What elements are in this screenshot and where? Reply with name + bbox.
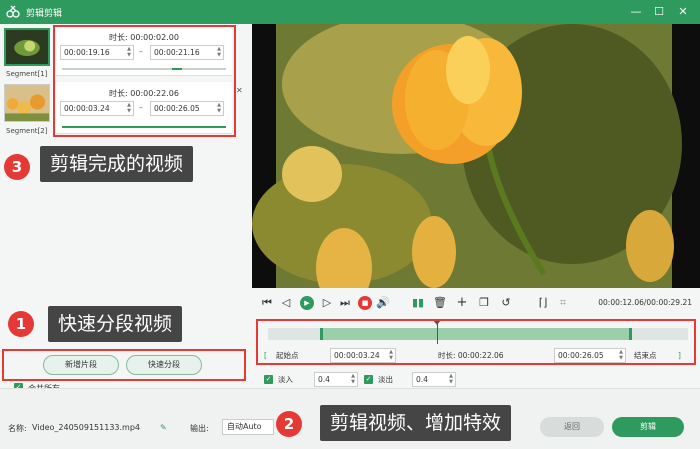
callout-3-highlight	[53, 25, 236, 137]
app-logo-icon	[6, 5, 20, 18]
delete-segment-icon[interactable]: ✕	[236, 86, 243, 95]
previous-frame-icon[interactable]: ◁	[279, 296, 293, 310]
skip-to-start-icon[interactable]: ⏮	[260, 296, 274, 310]
segment-2-thumbnail[interactable]	[4, 84, 50, 122]
skip-to-end-icon[interactable]: ⏭	[338, 296, 352, 310]
output-select[interactable]: 自动Auto	[222, 419, 274, 435]
fade-out-value: 0.4	[416, 375, 428, 384]
callout-2-number: 2	[276, 411, 302, 437]
file-name-label: 名称:	[8, 424, 27, 433]
fade-out-checkbox[interactable]: ✓	[364, 375, 373, 384]
fade-out-label: 淡出	[378, 375, 393, 384]
close-button[interactable]: ✕	[675, 4, 691, 20]
callout-1-highlight	[2, 349, 246, 381]
cut-button[interactable]: 剪辑	[612, 417, 684, 437]
spinner-icon[interactable]: ▲ ▼	[449, 373, 453, 385]
callout-1-text: 快速分段视频	[48, 306, 183, 342]
fade-in-field[interactable]: 0.4 ▲ ▼	[314, 372, 358, 387]
file-name-value: Video_240509151133.mp4	[32, 423, 140, 432]
add-icon[interactable]: +	[455, 296, 469, 310]
volume-icon[interactable]: 🔊	[376, 296, 390, 310]
output-label: 输出:	[190, 424, 209, 433]
maximize-button[interactable]: ☐	[651, 4, 667, 20]
callout-2-highlight	[256, 319, 696, 365]
segment-1-label: Segment[1]	[6, 70, 48, 78]
callout-1-number: 1	[8, 311, 34, 337]
fade-out-field[interactable]: 0.4 ▲ ▼	[412, 372, 456, 387]
stop-button[interactable]: ■	[358, 296, 372, 310]
callout-2-text: 剪辑视频、增加特效	[320, 405, 512, 441]
title-bar: 剪辑剪辑 — ☐ ✕	[0, 0, 700, 24]
delete-icon[interactable]: 🗑	[433, 296, 447, 310]
spinner-icon[interactable]: ▲ ▼	[351, 373, 355, 385]
callout-3-text: 剪辑完成的视频	[40, 146, 194, 182]
fade-in-label: 淡入	[278, 375, 293, 384]
edit-panel: [ 起始点 00:00:03.24 ▲ ▼ 时长: 00:00:22.06 00:…	[252, 318, 700, 388]
fade-row: ✓ 淡入 0.4 ▲ ▼ ✓ 淡出 0.4 ▲ ▼	[262, 372, 692, 388]
fit-icon[interactable]: ⌈⌋	[536, 296, 550, 310]
split-icon[interactable]: ▮▮	[411, 296, 425, 310]
minimize-button[interactable]: —	[628, 4, 644, 20]
quick-split-button[interactable]: 快速分段	[126, 355, 202, 375]
reset-icon[interactable]: ↺	[499, 296, 513, 310]
window-title: 剪辑剪辑	[26, 9, 63, 19]
back-button[interactable]: 返回	[540, 417, 604, 437]
play-button[interactable]: ▶	[300, 296, 314, 310]
segment-2-label: Segment[2]	[6, 127, 48, 135]
fade-in-checkbox[interactable]: ✓	[264, 375, 273, 384]
copy-icon[interactable]: ❐	[477, 296, 491, 310]
edit-name-icon[interactable]: ✎	[160, 423, 167, 432]
bottom-bar: 名称: Video_240509151133.mp4 ✎ 输出: 自动Auto …	[0, 388, 700, 449]
fade-in-value: 0.4	[318, 375, 330, 384]
callout-3-number: 3	[4, 154, 30, 180]
crop-icon[interactable]: ⌗	[556, 296, 570, 310]
segment-list-pane: Segment[1] Segment[2] 时长: 00:00:02.00 00…	[0, 24, 252, 393]
segment-1-thumbnail[interactable]	[4, 28, 50, 66]
video-preview	[252, 24, 700, 288]
playback-controls: ⏮ ◁ ▶ ▷ ⏭ ■ 🔊 ▮▮ 🗑 + ❐ ↺ ⌈⌋ ⌗ 00:00:12.0…	[252, 288, 700, 318]
new-segment-button[interactable]: 新增片段	[43, 355, 119, 375]
playback-timecode: 00:00:12.06/00:00:29.21	[598, 298, 692, 307]
next-frame-icon[interactable]: ▷	[320, 296, 334, 310]
